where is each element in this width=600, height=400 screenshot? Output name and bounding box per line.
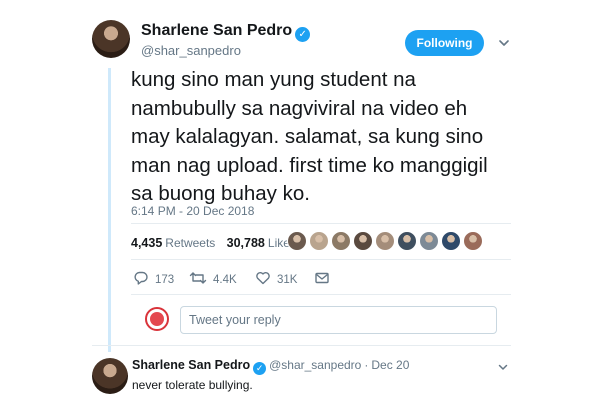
divider [131, 294, 511, 295]
author-name-text[interactable]: Sharlene San Pedro [141, 22, 292, 39]
like-icon [256, 272, 270, 285]
divider [131, 223, 511, 224]
thread-connector-line [108, 68, 111, 352]
like-action[interactable]: 31K [255, 270, 297, 286]
liker-avatar[interactable] [287, 231, 307, 251]
tweet-text-line: may kalalagyan. salamat, sa kung sino [131, 125, 484, 148]
author-name[interactable]: Sharlene San Pedro ✓ [141, 22, 311, 42]
liker-avatar[interactable] [441, 231, 461, 251]
current-user-avatar-image [150, 312, 164, 326]
tweet-text: kung sino man yung student na nambubully… [131, 66, 551, 209]
retweets-count[interactable]: 4,435 [131, 236, 162, 250]
chevron-down-icon[interactable] [497, 36, 511, 50]
reply-text: never tolerate bullying. [132, 378, 253, 392]
liker-avatar[interactable] [375, 231, 395, 251]
verified-badge-icon: ✓ [253, 362, 267, 375]
reply-author-name[interactable]: Sharlene San Pedro [132, 358, 250, 372]
author-handle[interactable]: @shar_sanpedro [141, 43, 241, 58]
following-button[interactable]: Following [405, 30, 484, 56]
like-count: 31K [277, 274, 298, 286]
reply-author-avatar[interactable] [92, 358, 128, 394]
reply-header: Sharlene San Pedro ✓ @shar_sanpedro · Dec 20 [132, 358, 409, 375]
liker-avatar[interactable] [331, 231, 351, 251]
tweet-text-line: man nag upload. first time ko manggigil [131, 153, 488, 177]
liker-avatar[interactable] [419, 231, 439, 251]
current-user-avatar[interactable] [145, 307, 169, 331]
liker-avatar[interactable] [353, 231, 373, 251]
reply-author-handle[interactable]: @shar_sanpedro [269, 358, 361, 372]
liker-avatar[interactable] [463, 231, 483, 251]
retweet-action[interactable]: 4.4K [189, 270, 237, 286]
tweet-timestamp[interactable]: 6:14 PM - 20 Dec 2018 [131, 204, 254, 218]
retweet-count: 4.4K [213, 274, 237, 286]
author-avatar[interactable] [92, 20, 130, 58]
reply-count: 173 [155, 274, 175, 286]
divider [92, 345, 511, 346]
reply-separator: · [364, 358, 369, 372]
divider [131, 259, 511, 260]
liker-avatar[interactable] [309, 231, 329, 251]
retweet-icon [189, 272, 207, 284]
retweets-label[interactable]: Retweets [165, 236, 215, 250]
reply-icon [134, 271, 148, 285]
direct-message-action[interactable] [314, 270, 336, 286]
chevron-down-icon[interactable] [497, 361, 509, 373]
reply-action[interactable]: 173 [133, 270, 174, 286]
direct-message-icon [315, 272, 329, 284]
verified-badge-icon: ✓ [295, 27, 311, 42]
tweet-text-line: nambubully sa nagviviral na video eh [131, 96, 468, 120]
likes-count[interactable]: 30,788 [227, 236, 265, 250]
liker-avatar[interactable] [397, 231, 417, 251]
engagement-stats: 4,435 Retweets 30,788 Likes [131, 236, 304, 250]
reply-date[interactable]: Dec 20 [371, 358, 409, 372]
reply-input[interactable] [180, 306, 497, 334]
tweet-text-line: kung sino man yung student na [131, 68, 416, 91]
